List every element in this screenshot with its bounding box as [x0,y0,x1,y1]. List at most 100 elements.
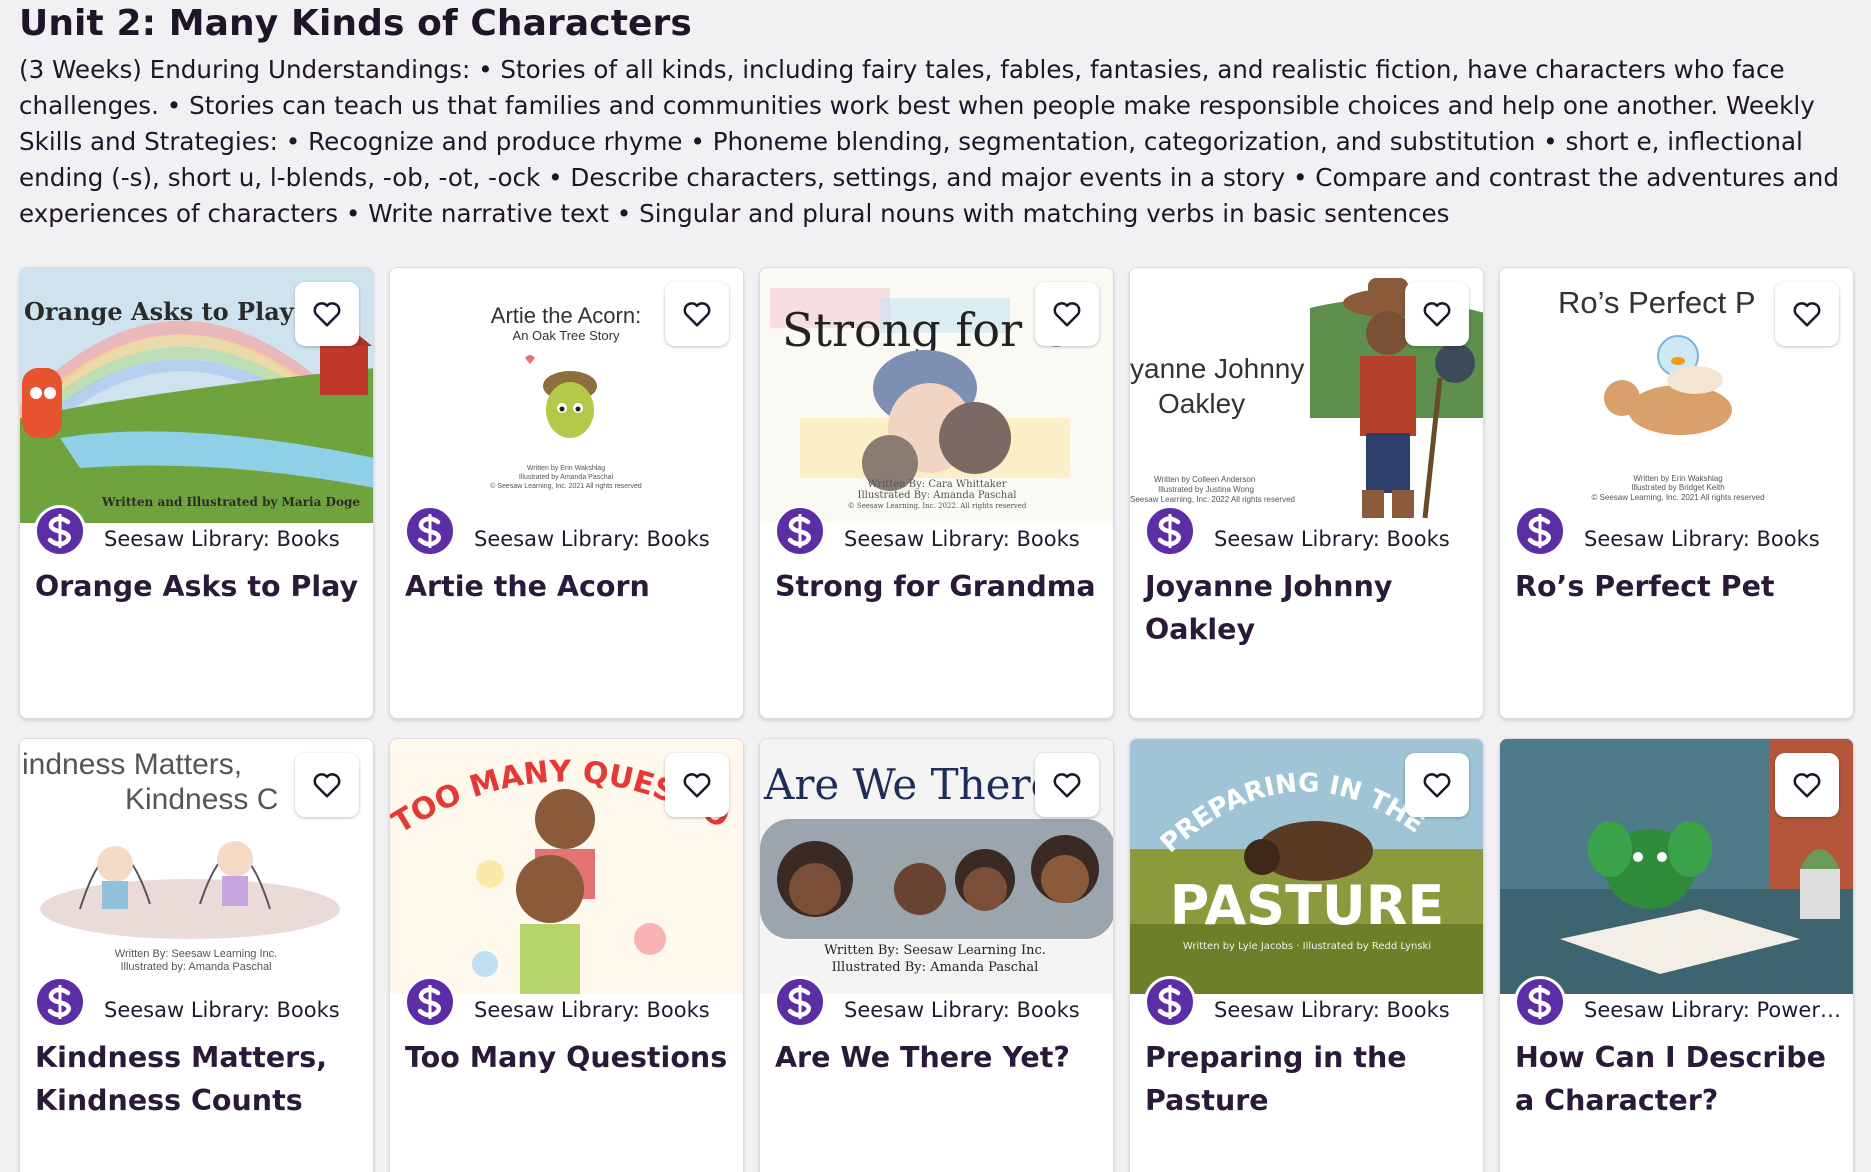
cover-credit: © Seesaw Learning, Inc. 2021 All rights … [490,482,642,490]
book-card[interactable]: Artie the Acorn: An Oak Tree Story Writt… [389,267,744,719]
book-title[interactable]: Are We There Yet? [775,1036,1101,1079]
cover-credit: Written By: Seesaw Learning Inc. [115,948,277,960]
cover-title: yanne Johnny [1130,353,1304,384]
book-card[interactable]: Strong for Gr Written By: Cara Whittaker… [759,267,1114,719]
seesaw-logo-icon [404,976,456,1028]
cover-credit: Illustrated by Justina Wong [1158,485,1254,494]
cover-credit: Illustrated By: Amanda Paschal [858,490,1017,501]
seesaw-logo-icon [34,976,86,1028]
source-label: Seesaw Library: Books [104,527,340,551]
book-title[interactable]: Orange Asks to Play [35,565,361,608]
book-cover[interactable]: yanne Johnny Oakley Written by Colleen A… [1130,268,1483,523]
book-card[interactable]: indness Matters, Kindness C Written By: … [19,738,374,1172]
heart-outline-icon [1423,302,1451,327]
book-cover[interactable]: Orange Asks to Play Written and Illustra… [20,268,373,523]
source-label: Seesaw Library: Books [104,998,340,1022]
seesaw-logo-icon [1514,505,1566,557]
book-title[interactable]: How Can I Describe a Character? [1515,1036,1841,1122]
source-row: Seesaw Library: Books [774,976,1113,1028]
book-title[interactable]: Preparing in the Pasture [1145,1036,1471,1122]
favorite-button[interactable] [295,282,359,346]
unit-description: (3 Weeks) Enduring Understandings: • Sto… [19,55,1839,228]
book-card[interactable]: yanne Johnny Oakley Written by Colleen A… [1129,267,1484,719]
heart-outline-icon [683,773,711,798]
cover-credit: Written by Erin Wakshlag [527,465,605,472]
unit-title: Unit 2: Many Kinds of Characters [19,3,692,44]
book-cover[interactable]: Are We There Written By: Seesaw Learning… [760,739,1113,994]
favorite-button[interactable] [1405,282,1469,346]
seesaw-logo-icon [1144,505,1196,557]
favorite-button[interactable] [1775,282,1839,346]
heart-outline-icon [1423,773,1451,798]
book-cover[interactable]: PREPARING IN THE PASTURE Written by Lyle… [1130,739,1483,994]
book-grid: Orange Asks to Play Written and Illustra… [19,267,1854,1172]
source-label: Seesaw Library: Books [844,527,1080,551]
source-row: Seesaw Library: Books [1144,976,1483,1028]
heart-outline-icon [313,773,341,798]
cover-credit: Written By: Seesaw Learning Inc. [824,943,1046,958]
book-title[interactable]: Artie the Acorn [405,565,731,608]
heart-outline-icon [1793,773,1821,798]
book-card[interactable]: Orange Asks to Play Written and Illustra… [19,267,374,719]
source-label: Seesaw Library: Books [1214,998,1450,1022]
cover-title: Kindness C [125,783,278,816]
seesaw-logo-icon [1514,976,1566,1028]
source-label: Seesaw Library: Books [844,998,1080,1022]
book-cover[interactable]: Artie the Acorn: An Oak Tree Story Writt… [390,268,743,523]
cover-credit: © Seesaw Learning, Inc. 2021 All rights … [1591,493,1764,502]
heart-outline-icon [313,302,341,327]
favorite-button[interactable] [665,753,729,817]
cover-title: PASTURE [1170,874,1444,937]
cover-credit: Written by Erin Wakshlag [1633,474,1722,483]
cover-credit: Seesaw Learning, Inc. 2022 All rights re… [1130,495,1295,504]
source-row: Seesaw Library: Books [404,505,743,557]
seesaw-logo-icon [774,976,826,1028]
book-title[interactable]: Kindness Matters, Kindness Counts [35,1036,361,1122]
cover-credit: Illustrated by Amanda Paschal [519,474,614,481]
book-cover[interactable]: indness Matters, Kindness C Written By: … [20,739,373,994]
source-row: Seesaw Library: Books [774,505,1113,557]
book-cover[interactable]: Ro’s Perfect P Written by Erin Wakshlag … [1500,268,1853,523]
book-cover[interactable]: TOO MANY QUESTIONS! [390,739,743,994]
unit-page: Unit 2: Many Kinds of Characters (3 Week… [0,0,1871,1172]
book-cover[interactable] [1500,739,1853,994]
book-card[interactable]: Are We There Written By: Seesaw Learning… [759,738,1114,1172]
heart-outline-icon [1053,773,1081,798]
book-card[interactable]: Seesaw Library: Power… How Can I Describ… [1499,738,1854,1172]
favorite-button[interactable] [1405,753,1469,817]
heart-outline-icon [683,302,711,327]
book-title[interactable]: Too Many Questions [405,1036,731,1079]
book-title[interactable]: Strong for Grandma [775,565,1101,608]
source-row: Seesaw Library: Books [34,505,373,557]
source-row: Seesaw Library: Books [34,976,373,1028]
cover-credit: Illustrated by Bridget Keith [1631,483,1724,492]
heart-outline-icon [1053,302,1081,327]
book-card[interactable]: Ro’s Perfect P Written by Erin Wakshlag … [1499,267,1854,719]
cover-title: Orange Asks to Play [24,297,295,326]
book-card[interactable]: PREPARING IN THE PASTURE Written by Lyle… [1129,738,1484,1172]
seesaw-logo-icon [404,505,456,557]
favorite-button[interactable] [1775,753,1839,817]
favorite-button[interactable] [1035,753,1099,817]
source-label: Seesaw Library: Power… [1584,998,1841,1022]
favorite-button[interactable] [295,753,359,817]
heart-outline-icon [1793,302,1821,327]
source-label: Seesaw Library: Books [474,998,710,1022]
cover-title: Artie the Acorn: [491,303,641,328]
source-row: Seesaw Library: Books [1514,505,1853,557]
cover-credit: Written By: Cara Whittaker [867,479,1006,490]
book-title[interactable]: Ro’s Perfect Pet [1515,565,1841,608]
cover-title: Are We There [763,760,1055,809]
book-cover[interactable]: Strong for Gr Written By: Cara Whittaker… [760,268,1113,523]
seesaw-logo-icon [774,505,826,557]
cover-title: Ro’s Perfect P [1558,285,1756,320]
cover-credit: Written by Lyle Jacobs · Illustrated by … [1183,941,1431,952]
source-label: Seesaw Library: Books [1214,527,1450,551]
book-title[interactable]: Joyanne Johnny Oakley [1145,565,1471,651]
seesaw-logo-icon [34,505,86,557]
cover-subtitle: An Oak Tree Story [513,328,620,343]
favorite-button[interactable] [665,282,729,346]
cover-title: Oakley [1158,388,1245,419]
book-card[interactable]: TOO MANY QUESTIONS! See [389,738,744,1172]
favorite-button[interactable] [1035,282,1099,346]
